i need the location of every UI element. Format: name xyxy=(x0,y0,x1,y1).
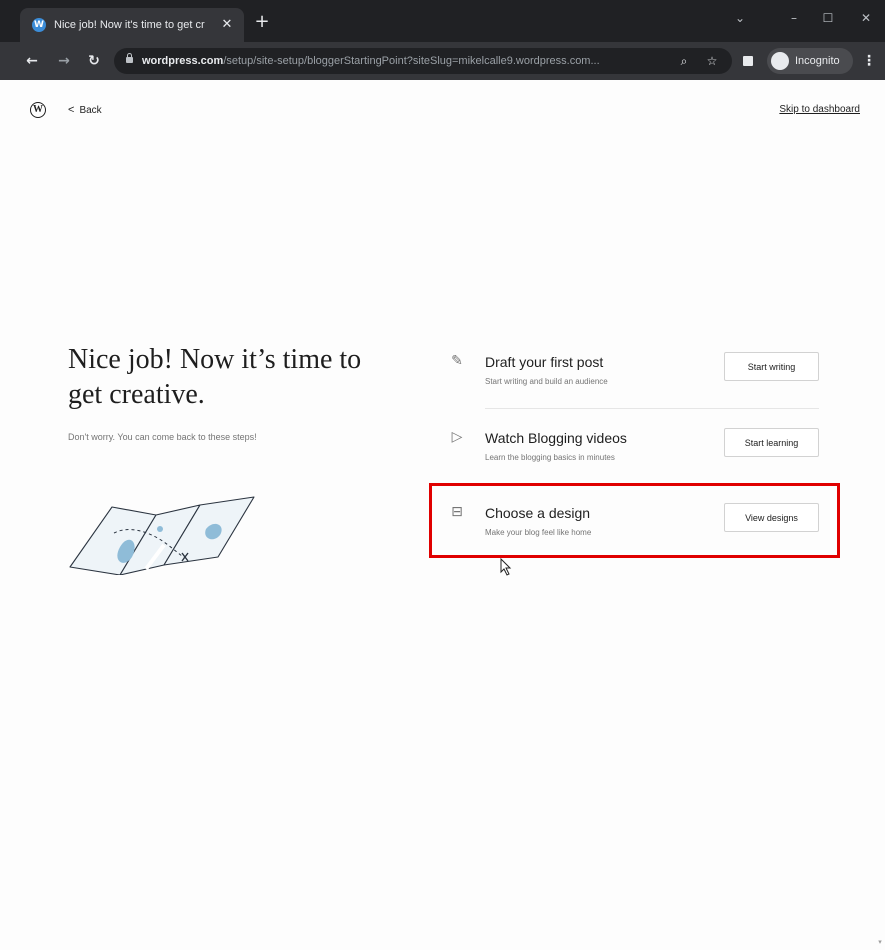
mouse-cursor-icon xyxy=(500,558,512,576)
skip-to-dashboard-link[interactable]: Skip to dashboard xyxy=(760,102,860,118)
task-divider xyxy=(485,408,819,409)
tab-close-icon[interactable]: ✕ xyxy=(218,15,236,35)
browser-tab-bar: W Nice job! Now it's time to get cr ✕ + … xyxy=(0,0,885,42)
window-close-icon[interactable]: ✕ xyxy=(852,8,880,28)
page-content: W < Back Skip to dashboard Nice job! Now … xyxy=(0,80,885,950)
url-host: wordpress.com xyxy=(142,55,224,67)
zoom-icon[interactable]: ⌕ xyxy=(674,51,694,71)
address-bar[interactable]: wordpress.com/setup/site-setup/bloggerSt… xyxy=(114,48,732,74)
side-panel-icon[interactable] xyxy=(743,56,753,66)
task-draft-first-post: ✎ Draft your first post Start writing an… xyxy=(448,352,828,412)
incognito-icon xyxy=(771,52,789,70)
browser-toolbar: ← → ↻ wordpress.com/setup/site-setup/blo… xyxy=(0,42,885,80)
task-watch-videos: ▷ Watch Blogging videos Learn the bloggi… xyxy=(448,428,828,488)
highlight-box xyxy=(429,483,840,558)
back-link[interactable]: < Back xyxy=(68,102,128,118)
tab-title: Nice job! Now it's time to get cr xyxy=(54,19,205,31)
minimize-icon[interactable]: – xyxy=(780,8,808,28)
back-label: Back xyxy=(79,105,102,116)
incognito-badge[interactable]: Incognito xyxy=(767,48,853,74)
back-arrow-icon[interactable]: ← xyxy=(22,51,42,71)
incognito-label: Incognito xyxy=(795,55,840,67)
url-text[interactable]: wordpress.com/setup/site-setup/bloggerSt… xyxy=(142,53,662,69)
wordpress-logo-icon[interactable]: W xyxy=(30,102,46,118)
star-icon[interactable]: ☆ xyxy=(702,51,722,71)
url-path: /setup/site-setup/bloggerStartingPoint?s… xyxy=(223,55,600,67)
feather-icon: ✎ xyxy=(451,353,463,369)
maximize-icon[interactable]: ☐ xyxy=(814,8,842,28)
map-illustration xyxy=(69,496,255,575)
browser-tab[interactable]: W Nice job! Now it's time to get cr ✕ xyxy=(20,8,244,42)
task-title: Draft your first post xyxy=(485,354,604,370)
play-icon: ▷ xyxy=(451,429,463,445)
task-description: Start writing and build an audience xyxy=(485,377,608,386)
tab-search-icon[interactable]: ⌄ xyxy=(726,8,754,28)
reload-icon[interactable]: ↻ xyxy=(84,51,104,71)
new-tab-button[interactable]: + xyxy=(252,12,272,32)
wordpress-favicon-icon: W xyxy=(32,18,46,32)
task-title: Watch Blogging videos xyxy=(485,430,627,446)
page-title: Nice job! Now it’s time to get creative. xyxy=(68,344,362,410)
start-writing-button[interactable]: Start writing xyxy=(724,352,819,381)
chevron-left-icon: < xyxy=(68,104,75,116)
scroll-down-icon[interactable]: ▾ xyxy=(876,938,884,946)
browser-menu-icon[interactable]: ⋮ xyxy=(862,51,876,71)
page-subtitle: Don't worry. You can come back to these … xyxy=(68,432,257,442)
start-learning-button[interactable]: Start learning xyxy=(724,428,819,457)
forward-arrow-icon[interactable]: → xyxy=(54,51,74,71)
lock-icon[interactable] xyxy=(126,53,133,63)
task-description: Learn the blogging basics in minutes xyxy=(485,453,615,462)
